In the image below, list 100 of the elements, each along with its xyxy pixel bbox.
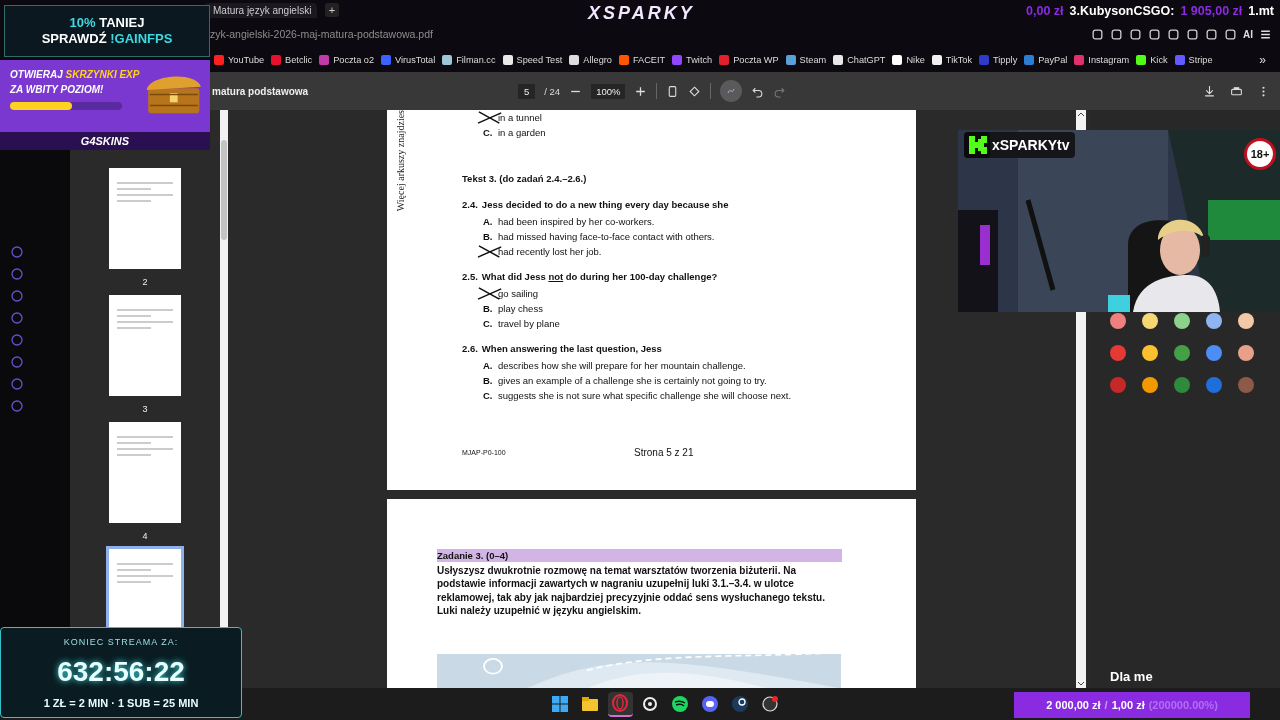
color-swatch[interactable] — [1174, 377, 1190, 393]
browser-icon[interactable] — [607, 691, 633, 717]
page-count: / 24 — [544, 85, 561, 97]
goal-percent: (200000.00%) — [1148, 699, 1218, 711]
promo-text: 10% TANIEJ — [69, 15, 145, 31]
promo-text: SPRAWDŹ !GAINFPS — [41, 31, 173, 47]
page-number-field[interactable]: 5 — [518, 83, 536, 99]
option-text: in a garden — [498, 127, 546, 138]
bookmark-link[interactable]: PayPal — [1038, 55, 1068, 65]
color-swatch[interactable] — [1174, 345, 1190, 361]
page-footer: Strona 5 z 21 — [634, 447, 694, 458]
color-swatch[interactable] — [1110, 313, 1126, 329]
color-swatch[interactable] — [1238, 377, 1254, 393]
task-instructions: Usłyszysz dwukrotnie rozmowę na temat warsztatów tworzenia biżuterii. Na podstawie informacji zawartych w nagraniu uzupełnij luki 3.1.–3.4. w ulotce reklamowej, tak aby jak najbardziej precyzyjnie oddać sens wysłuchanego tekstu. Luki należy uzupełnić w języku angielskim. — [437, 564, 826, 618]
bookmark-link[interactable]: Stripe — [1188, 55, 1213, 65]
option-text: describes how she will prepare for her mountain challenge. — [498, 360, 746, 371]
color-swatch[interactable] — [1110, 345, 1126, 361]
option-text: had recently lost her job. — [498, 246, 602, 257]
question-text: What did Jess not do during her 100-day challenge? — [481, 271, 718, 282]
bookmark-link[interactable]: Betclic — [285, 55, 313, 65]
scrollbar-thumb[interactable] — [221, 140, 227, 240]
option-text: had missed having face-to-face contact with others. — [498, 231, 715, 242]
color-swatch[interactable] — [1110, 377, 1126, 393]
ai-button[interactable]: AI — [1243, 28, 1253, 40]
countdown-rates: 1 ZŁ = 2 MIN · 1 SUB = 25 MIN — [43, 696, 199, 709]
bookmark-link[interactable]: Poczta o2 — [333, 55, 375, 65]
draw-button[interactable] — [720, 80, 743, 102]
page-thumbnail[interactable] — [109, 422, 181, 523]
bookmark-link[interactable]: Nike — [906, 55, 925, 65]
task-heading: Zadanie 3. (0–4) — [437, 549, 842, 562]
rotate-icon[interactable] — [688, 84, 702, 98]
browser-tab[interactable]: Matura język angielski — [205, 2, 317, 18]
bookmark-link[interactable]: YouTube — [228, 55, 265, 65]
option-letter: B. — [483, 231, 494, 242]
channel-logo: XSPARKY — [588, 3, 695, 24]
margin-note: Więcej arkuszy znajdzies — [395, 110, 406, 212]
goal-amount: 2 000,00 zł — [1046, 699, 1101, 711]
bookmark-link[interactable]: Allegro — [583, 55, 612, 65]
ticker-text: 1.mt — [1248, 4, 1274, 18]
page-thumbnail[interactable] — [109, 295, 181, 396]
page-number: 2 — [142, 277, 148, 287]
color-swatch[interactable] — [1206, 345, 1222, 361]
color-swatch[interactable] — [1206, 313, 1222, 329]
color-swatch[interactable] — [1206, 377, 1222, 393]
banner-text: ZA WBITY POZIOM! — [10, 83, 105, 96]
bookmark-link[interactable]: TikTok — [945, 55, 973, 65]
countdown-title: KONIEC STREAMA ZA: — [63, 636, 179, 647]
bookmark-link[interactable]: Steam — [799, 55, 827, 65]
address-field[interactable]: zyk-angielski-2026-maj-matura-podstawowa.pdf — [210, 28, 433, 40]
goal-separator: / — [1104, 699, 1108, 711]
color-swatch[interactable] — [1142, 313, 1158, 329]
color-swatch[interactable] — [1174, 313, 1190, 329]
bookmark-link[interactable]: Twitch — [686, 55, 713, 65]
option-text: in a tunnel — [498, 112, 542, 123]
option-letter: C. — [483, 390, 494, 401]
zoom-field[interactable]: 100% — [591, 83, 626, 99]
option-text: suggests she is not sure what specific challenge she will choose next. — [498, 390, 792, 401]
bookmark-link[interactable]: Speed Test — [516, 55, 563, 65]
page-thumbnail[interactable] — [109, 549, 181, 627]
brand-logo: G4SKINS — [0, 132, 210, 150]
ticker-text: 1 905,00 zł — [1180, 4, 1243, 18]
color-swatch[interactable] — [1142, 345, 1158, 361]
k-logo-icon — [964, 132, 990, 158]
banner-text: OTWIERAJ SKRZYNKI EXP — [10, 68, 141, 81]
new-tab-button[interactable]: + — [325, 3, 339, 17]
bookmark-link[interactable]: Kick — [1150, 55, 1168, 65]
option-letter: A. — [483, 216, 494, 227]
question-text: When answering the last question, Jess — [481, 343, 662, 354]
option-letter: A. — [483, 360, 494, 371]
bookmark-link[interactable]: ChatGPT — [847, 55, 886, 65]
page-number: 4 — [142, 531, 148, 541]
option-text: gives an example of a challenge she is certainly not going to try. — [498, 375, 767, 386]
bookmark-link[interactable]: Instagram — [1088, 55, 1130, 65]
bookmark-link[interactable]: VirusTotal — [395, 55, 436, 65]
color-swatch[interactable] — [1142, 377, 1158, 393]
bookmark-link[interactable]: Poczta WP — [733, 55, 779, 65]
color-swatch[interactable] — [1238, 313, 1254, 329]
bookmark-link[interactable]: Tipply — [993, 55, 1018, 65]
chat-message: Dla me — [1110, 669, 1154, 684]
option-letter: B. — [483, 375, 494, 386]
ticker-text: 3.KubysonCSGO: — [1069, 4, 1175, 18]
goal-target: 1,00 zł — [1111, 699, 1145, 711]
option-text: go sailing — [498, 288, 539, 299]
question-number: 2.5. — [462, 271, 478, 282]
color-swatch[interactable] — [1238, 345, 1254, 361]
scroll-up-button[interactable] — [1076, 110, 1086, 130]
print-icon[interactable] — [1230, 84, 1243, 98]
bookmark-link[interactable]: Filman.cc — [456, 55, 496, 65]
scrollbar-track[interactable] — [1076, 312, 1086, 688]
option-letter: B. — [483, 303, 494, 314]
option-text: play chess — [498, 303, 543, 314]
section-heading: Tekst 3. (do zadań 2.4.–2.6.) — [462, 173, 588, 184]
question-text: Jess decided to do a new thing every day because she — [481, 199, 729, 210]
bookmark-link[interactable]: FACEIT — [632, 55, 666, 65]
zoom-in-icon[interactable] — [634, 84, 648, 98]
option-text: travel by plane — [498, 318, 560, 329]
option-letter: C. — [483, 127, 494, 138]
page-thumbnail[interactable] — [109, 168, 181, 269]
question-number: 2.4. — [462, 199, 478, 210]
more-bookmarks-button[interactable]: » — [1259, 53, 1266, 67]
